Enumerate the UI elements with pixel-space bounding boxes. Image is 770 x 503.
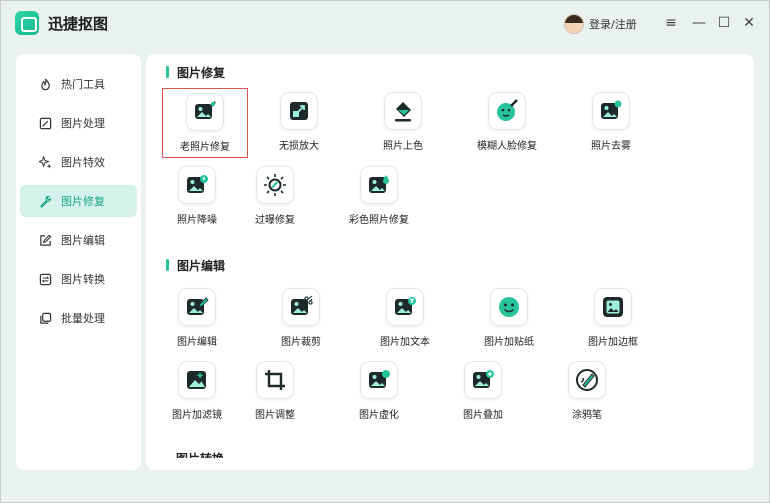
paint-bucket-icon bbox=[384, 92, 422, 130]
tool-label: 图片加边框 bbox=[588, 337, 638, 348]
tool-overexposure-repair[interactable]: 过曝修复 bbox=[232, 162, 318, 232]
tool-image-adjust[interactable]: 图片调整 bbox=[232, 357, 318, 427]
tool-label: 图片加贴纸 bbox=[484, 337, 534, 348]
sticker-icon bbox=[490, 288, 528, 326]
tool-image-add-frame[interactable]: 图片加边框 bbox=[570, 284, 656, 354]
sidebar-item-label: 批量处理 bbox=[61, 312, 105, 325]
sidebar-item-label: 热门工具 bbox=[61, 78, 105, 91]
crop-icon bbox=[256, 361, 294, 399]
overlay-icon bbox=[464, 361, 502, 399]
sidebar-item-image-convert[interactable]: 图片转换 bbox=[20, 263, 137, 295]
minimize-icon[interactable]: — bbox=[688, 12, 710, 34]
tool-label: 图片加文本 bbox=[380, 337, 430, 348]
tool-label: 无损放大 bbox=[279, 141, 319, 152]
sidebar: 热门工具 图片处理 图片特效 图片修复 图片编辑 图片转换 批量处理 bbox=[16, 54, 141, 470]
avatar[interactable] bbox=[564, 14, 584, 34]
sidebar-item-label: 图片处理 bbox=[61, 117, 105, 130]
tool-label: 模糊人脸修复 bbox=[477, 141, 537, 152]
old-photo-repair-icon bbox=[186, 93, 224, 131]
tool-dehaze[interactable]: 照片去雾 bbox=[568, 88, 654, 158]
section-title-repair: 图片修复 bbox=[166, 64, 225, 81]
stack-icon bbox=[39, 312, 52, 325]
denoise-icon bbox=[178, 166, 216, 204]
pencil-square-icon bbox=[39, 234, 52, 247]
tool-color-photo-repair[interactable]: 彩色照片修复 bbox=[336, 162, 422, 232]
scissors-icon bbox=[282, 288, 320, 326]
blur-icon bbox=[360, 361, 398, 399]
add-text-icon bbox=[386, 288, 424, 326]
tool-colorize[interactable]: 照片上色 bbox=[360, 88, 446, 158]
tool-doodle-brush[interactable]: 涂鸦笔 bbox=[544, 357, 630, 427]
app-logo-icon bbox=[15, 11, 39, 35]
sidebar-item-image-repair[interactable]: 图片修复 bbox=[20, 185, 137, 217]
tool-image-blur[interactable]: 图片虚化 bbox=[336, 357, 422, 427]
tool-label: 涂鸦笔 bbox=[572, 410, 602, 421]
fire-icon bbox=[39, 78, 52, 91]
section-title-edit: 图片编辑 bbox=[166, 257, 225, 274]
tool-image-crop[interactable]: 图片裁剪 bbox=[258, 284, 344, 354]
close-icon[interactable]: ✕ bbox=[738, 12, 760, 34]
sidebar-item-image-processing[interactable]: 图片处理 bbox=[20, 107, 137, 139]
dehaze-icon bbox=[592, 92, 630, 130]
frame-icon bbox=[594, 288, 632, 326]
tool-image-add-sticker[interactable]: 图片加贴纸 bbox=[466, 284, 552, 354]
tool-image-edit[interactable]: 图片编辑 bbox=[154, 284, 240, 354]
face-repair-icon bbox=[488, 92, 526, 130]
image-edit-tool-icon bbox=[178, 288, 216, 326]
sidebar-item-label: 图片编辑 bbox=[61, 234, 105, 247]
tool-image-add-text[interactable]: 图片加文本 bbox=[362, 284, 448, 354]
sidebar-item-label: 图片转换 bbox=[61, 273, 105, 286]
image-edit-icon bbox=[39, 117, 52, 130]
tool-label: 照片降噪 bbox=[177, 215, 217, 226]
upscale-icon bbox=[280, 92, 318, 130]
tool-label: 老照片修复 bbox=[180, 142, 230, 153]
brush-icon bbox=[568, 361, 606, 399]
login-register-link[interactable]: 登录/注册 bbox=[589, 16, 637, 32]
tool-label: 照片上色 bbox=[383, 141, 423, 152]
sidebar-item-image-edit[interactable]: 图片编辑 bbox=[20, 224, 137, 256]
convert-icon bbox=[39, 273, 52, 286]
tool-label: 图片虚化 bbox=[359, 410, 399, 421]
sidebar-item-batch[interactable]: 批量处理 bbox=[20, 302, 137, 334]
tool-lossless-upscale[interactable]: 无损放大 bbox=[256, 88, 342, 158]
tool-label: 彩色照片修复 bbox=[349, 215, 409, 226]
tool-label: 图片裁剪 bbox=[281, 337, 321, 348]
title-bar: 迅捷抠图 登录/注册 ≡ — ☐ ✕ bbox=[0, 0, 770, 48]
menu-icon[interactable]: ≡ bbox=[660, 12, 682, 34]
sidebar-item-hot-tools[interactable]: 热门工具 bbox=[20, 68, 137, 100]
maximize-icon[interactable]: ☐ bbox=[713, 12, 735, 34]
wrench-icon bbox=[39, 195, 52, 208]
tool-label: 图片调整 bbox=[255, 410, 295, 421]
exposure-icon bbox=[256, 166, 294, 204]
tool-label: 图片编辑 bbox=[177, 337, 217, 348]
tool-image-add-filter[interactable]: 图片加滤镜 bbox=[154, 357, 240, 427]
tool-label: 图片叠加 bbox=[463, 410, 503, 421]
color-photo-icon bbox=[360, 166, 398, 204]
tool-image-overlay[interactable]: 图片叠加 bbox=[440, 357, 526, 427]
section-title-convert: 图片转换 bbox=[176, 450, 224, 458]
sidebar-item-label: 图片特效 bbox=[61, 156, 105, 169]
sidebar-item-label: 图片修复 bbox=[61, 195, 105, 208]
tool-old-photo-repair[interactable]: 老照片修复 bbox=[162, 88, 248, 158]
tool-label: 过曝修复 bbox=[255, 215, 295, 226]
app-title: 迅捷抠图 bbox=[48, 15, 109, 33]
tool-denoise[interactable]: 照片降噪 bbox=[154, 162, 240, 232]
filter-icon bbox=[178, 361, 216, 399]
sparkle-icon bbox=[39, 155, 52, 169]
sidebar-item-image-effects[interactable]: 图片特效 bbox=[20, 146, 137, 178]
tool-label: 图片加滤镜 bbox=[172, 410, 222, 421]
tool-blurry-face-repair[interactable]: 模糊人脸修复 bbox=[464, 88, 550, 158]
tool-label: 照片去雾 bbox=[591, 141, 631, 152]
tool-panel: 图片修复 老照片修复 无损放大 照片上色 模糊人脸修复 照片去雾 照片降噪 过曝… bbox=[146, 54, 754, 470]
